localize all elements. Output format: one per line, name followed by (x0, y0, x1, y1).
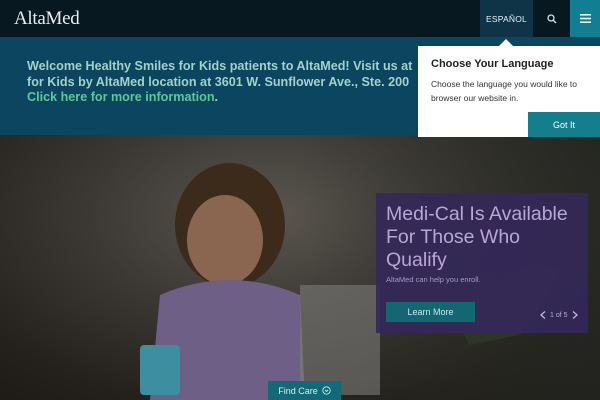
popover-body: Choose the language you would like to br… (431, 79, 578, 103)
banner-more-info-link[interactable]: Click here for more information (27, 90, 215, 104)
promo-title: Medi-Cal Is Available For Those Who Qual… (386, 203, 568, 271)
search-button[interactable] (533, 0, 570, 37)
promo-subtitle: AltaMed can help you enroll. (386, 275, 481, 284)
banner-link-row: Click here for more information. (27, 90, 218, 104)
learn-more-button[interactable]: Learn More (386, 302, 475, 322)
chevron-left-icon[interactable] (540, 311, 546, 319)
carousel-page-indicator: 1 of 5 (550, 311, 568, 319)
find-care-label: Find Care (278, 385, 318, 396)
carousel-pager: 1 of 5 (540, 311, 578, 319)
banner-link-suffix: . (214, 90, 219, 104)
menu-button[interactable] (570, 0, 600, 37)
popover-arrow (499, 39, 513, 46)
language-toggle-button[interactable]: ESPAÑOL (480, 0, 533, 37)
chevron-right-icon[interactable] (572, 311, 578, 319)
site-header: AltaMed ESPAÑOL (0, 0, 600, 37)
altamed-logo[interactable]: AltaMed (14, 8, 80, 30)
got-it-button[interactable]: Got It (528, 112, 600, 137)
find-care-button[interactable]: Find Care (268, 381, 341, 400)
chevron-circle-icon (322, 386, 331, 395)
hamburger-menu-icon (579, 14, 591, 23)
popover-title: Choose Your Language (431, 58, 554, 70)
search-icon (546, 13, 556, 23)
